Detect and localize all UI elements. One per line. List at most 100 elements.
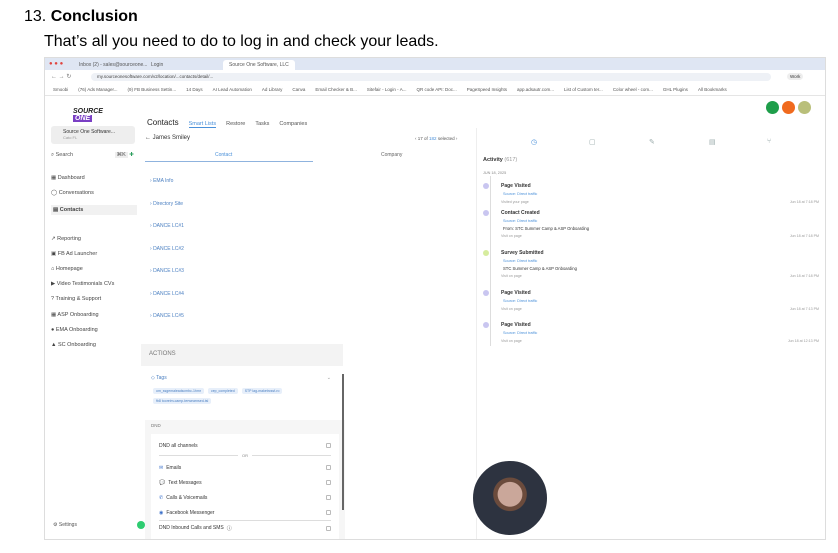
search-label: Search bbox=[55, 152, 74, 158]
tag-chip[interactable]: om_ssgemaleadscmbc-1hmr bbox=[153, 388, 204, 394]
bookmark[interactable]: 14 Days bbox=[186, 87, 203, 92]
browser-tab[interactable]: Login bbox=[145, 60, 169, 70]
sidebar-item[interactable]: ▦ Dashboard bbox=[51, 175, 85, 181]
nav-arrows-icon[interactable]: ← → ↻ bbox=[51, 73, 71, 80]
record-counter[interactable]: ‹ 17 of 182 selected › bbox=[415, 136, 457, 141]
tab-restore[interactable]: Restore bbox=[226, 121, 245, 127]
scrollbar[interactable] bbox=[342, 374, 344, 510]
tag-chip[interactable]: fb8 tooreim-camp-terwearnsed-tsl bbox=[153, 398, 212, 404]
account-switcher[interactable]: Source One Software... Cato FL bbox=[51, 126, 135, 144]
documents-tab-icon[interactable]: ▤ bbox=[709, 138, 716, 146]
collapsible-section[interactable]: › DANCE LC#2 bbox=[150, 246, 184, 252]
sidebar-item[interactable]: ↗ Reporting bbox=[51, 236, 81, 242]
sidebar-item[interactable]: ◯ Conversations bbox=[51, 190, 94, 196]
sidebar-item[interactable]: ▶ Video Testimonials CVs bbox=[51, 281, 114, 287]
event-source: Source: Direct traffic bbox=[503, 331, 538, 335]
checkbox[interactable] bbox=[326, 510, 331, 515]
sidebar-item[interactable]: ▣ FB Ad Launcher bbox=[51, 251, 97, 257]
notes-tab-icon[interactable]: ▢ bbox=[589, 138, 596, 146]
collapsible-section[interactable]: › DANCE LC#1 bbox=[150, 223, 184, 229]
edit-tab-icon[interactable]: ✎ bbox=[649, 138, 655, 146]
event-detail: STC Summer Camp & ASP Onboarding bbox=[503, 266, 577, 271]
dnd-channel[interactable]: ✆ Calls & Voicemails bbox=[159, 490, 331, 505]
sidebar-item[interactable]: ▦ ASP Onboarding bbox=[51, 312, 99, 318]
checkbox[interactable] bbox=[326, 465, 331, 470]
profile-button[interactable]: Work bbox=[787, 73, 804, 80]
event-link[interactable]: Visit on page bbox=[501, 274, 522, 278]
user-avatar[interactable] bbox=[798, 101, 811, 114]
sidebar-item[interactable]: ▤ Contacts bbox=[51, 205, 137, 215]
collapsible-section[interactable]: › DANCE LC#5 bbox=[150, 313, 184, 319]
tab-tasks[interactable]: Tasks bbox=[255, 121, 269, 127]
notifications-button[interactable] bbox=[782, 101, 795, 114]
sidebar-search[interactable]: ⌕ Search ⌘K ✚ bbox=[51, 152, 134, 159]
event-link[interactable]: Visit on page bbox=[501, 307, 522, 311]
checkbox[interactable] bbox=[326, 480, 331, 485]
tab-smart-lists[interactable]: Smart Lists bbox=[188, 121, 217, 128]
bookmark[interactable]: Email Checker & B... bbox=[315, 87, 357, 92]
collapsible-section[interactable]: › DANCE LC#3 bbox=[150, 268, 184, 274]
bookmark[interactable]: AI Lead Automation bbox=[213, 87, 252, 92]
bookmark[interactable]: List of Custom ter... bbox=[564, 87, 603, 92]
bookmark[interactable]: (9) FB Business Settin... bbox=[128, 87, 177, 92]
tab-company[interactable]: Company bbox=[381, 152, 402, 158]
channel-icon: ✉ bbox=[159, 464, 164, 471]
sidebar-item[interactable]: ? Training & Support bbox=[51, 296, 101, 302]
bookmark[interactable]: Color wheel - com... bbox=[613, 87, 653, 92]
sidebar-item-settings[interactable]: ⚙ Settings bbox=[53, 522, 77, 528]
tab-contact[interactable]: Contact bbox=[215, 152, 232, 158]
collapsible-section[interactable]: › EMA Info bbox=[150, 178, 173, 184]
event-time: Jun 18 at 7:18 PM bbox=[789, 234, 819, 238]
sidebar-item[interactable]: ▲ SC Onboarding bbox=[51, 342, 96, 348]
bookmark[interactable]: Sitefair - Login - A... bbox=[367, 87, 407, 92]
bookmark[interactable]: Smoobi bbox=[53, 87, 68, 92]
checkbox[interactable] bbox=[326, 525, 331, 531]
checkbox[interactable] bbox=[326, 495, 331, 500]
or-divider: OR bbox=[159, 453, 331, 458]
sidebar-item[interactable]: ⌂ Homepage bbox=[51, 266, 83, 272]
event-time: Jun 18 at 7:18 PM bbox=[789, 200, 819, 204]
bookmark[interactable]: All Bookmarks bbox=[698, 87, 727, 92]
tab-contacts[interactable]: Contacts bbox=[147, 118, 179, 127]
dnd-channel[interactable]: ✉ Emails bbox=[159, 460, 331, 475]
nav-icon: ▦ bbox=[51, 175, 58, 181]
dnd-inbound[interactable]: DND Inbound Calls and SMS ⓘ bbox=[159, 520, 331, 535]
workflow-tab-icon[interactable]: ⑂ bbox=[767, 138, 771, 145]
checkbox[interactable] bbox=[326, 443, 331, 448]
settings-label: Settings bbox=[58, 522, 77, 528]
bookmark[interactable]: PageSpeed Insights bbox=[467, 87, 507, 92]
bookmark[interactable]: Canva bbox=[292, 87, 305, 92]
nav-icon: ◯ bbox=[51, 190, 59, 196]
section-label: DANCE LC#1 bbox=[153, 223, 184, 229]
bookmark[interactable]: Ad Library bbox=[262, 87, 283, 92]
tags-panel: ◇ Tags ⌄ om_ssgemaleadscmbc-1hmr cep_compl… bbox=[145, 370, 345, 420]
tab-companies[interactable]: Companies bbox=[279, 121, 307, 127]
event-link[interactable]: Visit on page bbox=[501, 234, 522, 238]
contact-header: ← James Smiley bbox=[145, 135, 190, 141]
sidebar-item[interactable]: ● EMA Onboarding bbox=[51, 327, 98, 333]
activity-tab-icon[interactable]: ◷ bbox=[531, 138, 537, 146]
section-label: DANCE LC#4 bbox=[153, 290, 184, 297]
dnd-channel[interactable]: ◉ Facebook Messenger bbox=[159, 505, 331, 520]
collapsible-section[interactable]: › DANCE LC#4 bbox=[150, 291, 184, 297]
collapsible-section[interactable]: › Directory Site bbox=[150, 201, 183, 207]
event-source: Source: Direct traffic bbox=[503, 219, 538, 223]
bookmark[interactable]: app.adsautr.com... bbox=[517, 87, 554, 92]
event-link[interactable]: Visit on page bbox=[501, 339, 522, 343]
bookmark[interactable]: QR code API: Doc... bbox=[416, 87, 456, 92]
phone-button[interactable] bbox=[766, 101, 779, 114]
back-arrow-icon[interactable]: ← bbox=[145, 135, 153, 141]
browser-tab-active[interactable]: Source One Software, LLC bbox=[223, 60, 295, 70]
bookmark[interactable]: GHL Plugins bbox=[663, 87, 688, 92]
tags-toggle[interactable]: ◇ Tags ⌄ bbox=[145, 370, 345, 386]
browser-tab[interactable]: Inbox (2) - sales@sourceone... bbox=[73, 60, 153, 70]
event-link[interactable]: Visited your page bbox=[501, 200, 529, 204]
url-input[interactable]: my.sourceonesoftware.com/v2/location/...… bbox=[91, 73, 771, 81]
bookmark[interactable]: (76) Ads Manager... bbox=[78, 87, 117, 92]
dnd-all-channels[interactable]: DND all channels bbox=[159, 438, 331, 453]
tab-underline bbox=[145, 161, 313, 162]
tag-chip[interactable]: cep_completed bbox=[207, 388, 238, 394]
tag-chip[interactable]: STP lag-maketrcssf-ro bbox=[241, 388, 283, 394]
nav-label: ASP Onboarding bbox=[57, 312, 99, 318]
dnd-channel[interactable]: 💬 Text Messages bbox=[159, 475, 331, 490]
